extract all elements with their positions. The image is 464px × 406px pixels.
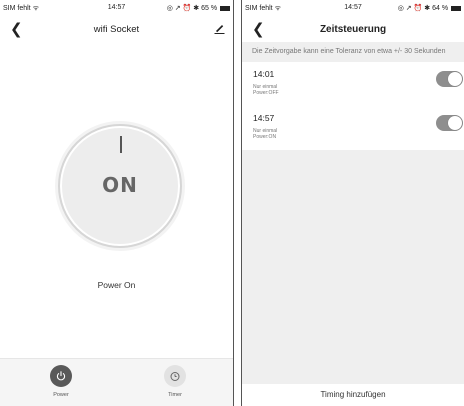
power-status-text: Power On bbox=[97, 280, 136, 290]
timer-row[interactable]: 14:57 Nur einmal Power:ON bbox=[242, 106, 464, 150]
pencil-icon[interactable] bbox=[214, 23, 225, 34]
schedule-screen: SIM fehlt ᯤ 14:57 ◎ ↗ ⏰ ✱ 64 % ❮ Zeitste… bbox=[241, 0, 464, 406]
timer-action: Power:OFF bbox=[253, 90, 279, 96]
toggle-knob bbox=[448, 72, 462, 86]
tab-timer-label: Timer bbox=[168, 392, 182, 398]
power-dial-button[interactable]: ON bbox=[58, 124, 182, 248]
page-title: Zeitsteuerung bbox=[319, 24, 387, 35]
power-icon bbox=[50, 365, 72, 387]
empty-list-area bbox=[242, 150, 464, 384]
status-indicators: ◎ ↗ ⏰ ✱ 65 % bbox=[167, 4, 230, 12]
timer-toggle[interactable] bbox=[436, 115, 463, 131]
nav-bar: ❮ wifi Socket bbox=[0, 16, 233, 42]
tab-timer[interactable]: Timer bbox=[155, 365, 195, 398]
page-title: wifi Socket bbox=[93, 24, 140, 35]
tolerance-hint-text: Die Zeitvorgabe kann eine Toleranz von e… bbox=[252, 48, 446, 55]
power-mark-icon bbox=[120, 136, 122, 153]
timer-action: Power:ON bbox=[253, 134, 277, 140]
status-bar: SIM fehlt ᯤ 14:57 ◎ ↗ ⏰ ✱ 64 % bbox=[242, 0, 464, 16]
add-timing-button[interactable]: Timing hinzufügen bbox=[242, 384, 464, 406]
tab-bar: Power Timer bbox=[0, 358, 233, 406]
status-indicator-text: ◎ ↗ ⏰ ✱ 64 % bbox=[397, 5, 449, 12]
status-indicators: ◎ ↗ ⏰ ✱ 64 % bbox=[398, 4, 461, 12]
tab-power[interactable]: Power bbox=[41, 365, 81, 398]
nav-bar: ❮ Zeitsteuerung bbox=[242, 16, 464, 42]
tab-power-label: Power bbox=[53, 392, 69, 398]
battery-icon bbox=[220, 6, 230, 11]
tolerance-hint: Die Zeitvorgabe kann eine Toleranz von e… bbox=[242, 42, 464, 62]
socket-screen: SIM fehlt ᯤ 14:57 ◎ ↗ ⏰ ✱ 65 % ❮ wifi So… bbox=[0, 0, 234, 406]
timer-toggle[interactable] bbox=[436, 71, 463, 87]
timer-list: 14:01 Nur einmal Power:OFF 14:57 Nur ein… bbox=[242, 62, 464, 150]
battery-icon bbox=[451, 6, 461, 11]
status-bar: SIM fehlt ᯤ 14:57 ◎ ↗ ⏰ ✱ 65 % bbox=[0, 0, 233, 16]
timer-time: 14:01 bbox=[253, 69, 275, 79]
timer-time: 14:57 bbox=[253, 113, 275, 123]
toggle-knob bbox=[448, 116, 462, 130]
timer-row[interactable]: 14:01 Nur einmal Power:OFF bbox=[242, 62, 464, 106]
timer-icon bbox=[164, 365, 186, 387]
power-state-label: ON bbox=[102, 173, 138, 197]
status-indicator-text: ◎ ↗ ⏰ ✱ 65 % bbox=[166, 5, 218, 12]
